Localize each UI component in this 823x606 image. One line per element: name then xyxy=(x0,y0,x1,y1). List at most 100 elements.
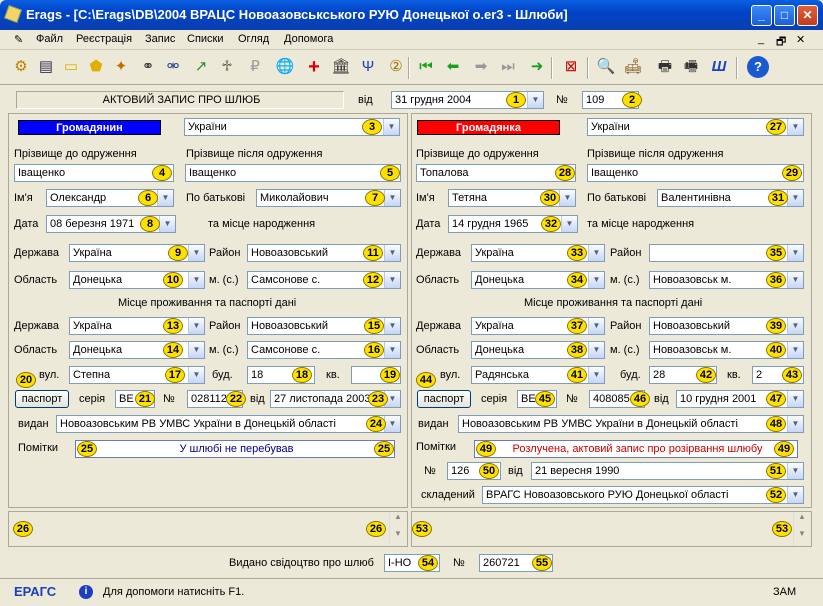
print-preview-icon[interactable]: 🖷 xyxy=(680,56,702,78)
chevron-down-icon[interactable]: ▼ xyxy=(588,367,604,383)
wife-notes-field[interactable]: Розлучена, актовий запис про розірвання … xyxy=(474,440,798,458)
chevron-down-icon[interactable]: ▼ xyxy=(384,190,400,206)
menu-lists[interactable]: Списки xyxy=(187,33,224,45)
mdi-restore-button[interactable]: 🗗 xyxy=(776,33,786,52)
chevron-down-icon[interactable]: ▼ xyxy=(159,216,175,232)
chevron-down-icon[interactable]: ▼ xyxy=(383,119,399,135)
chevron-down-icon[interactable]: ▼ xyxy=(559,190,575,206)
menu-file[interactable]: Файл xyxy=(36,33,63,45)
divorce-icon[interactable]: ⚮ xyxy=(162,56,184,78)
chevron-down-icon[interactable]: ▼ xyxy=(787,463,803,479)
folder-icon[interactable]: ▭ xyxy=(60,56,82,78)
wife-composed-by-combo[interactable]: ВРАГС Новоазовського РУЮ Донецької облас… xyxy=(482,486,804,504)
chevron-down-icon[interactable]: ▼ xyxy=(588,318,604,334)
wife-memo[interactable] xyxy=(411,511,812,547)
chevron-down-icon[interactable]: ▼ xyxy=(384,342,400,358)
tree-icon[interactable]: ⚙ xyxy=(10,56,32,78)
search-icon[interactable]: 🔍 xyxy=(595,56,617,78)
chevron-down-icon[interactable]: ▼ xyxy=(787,119,803,135)
chevron-down-icon[interactable]: ▼ xyxy=(787,391,803,407)
toolbar-separator xyxy=(736,57,738,79)
marriage-icon[interactable]: ⚭ xyxy=(137,56,159,78)
chevron-down-icon[interactable]: ▼ xyxy=(787,416,803,432)
husband-memo[interactable] xyxy=(8,511,408,547)
menu-registration[interactable]: Реєстрація xyxy=(76,33,132,45)
badge: 35 xyxy=(766,245,786,261)
toolbar: ⚙ ▤ ▭ ⬟ ✦ ⚭ ⚮ ↗ ♱ ₽ 🌐 + 🏛 Ψ ② ⏮ ⬅ ➡ ⏭ ➜ … xyxy=(0,51,823,85)
document-icon[interactable]: ▤ xyxy=(35,56,57,78)
chevron-down-icon[interactable]: ▼ xyxy=(188,367,204,383)
husband-notes-field[interactable]: У шлюбі не перебував xyxy=(75,440,395,458)
institution-icon[interactable]: 🏛 xyxy=(330,56,352,78)
husband-res-state-combo[interactable]: Україна ▼ xyxy=(69,317,205,335)
wife-surname-after-field[interactable]: Іващенко xyxy=(587,164,804,182)
bookmark-icon[interactable]: ⬟ xyxy=(85,56,107,78)
husband-res-city-value: Самсонове с. xyxy=(251,344,321,356)
maximize-button[interactable]: □ xyxy=(774,5,795,26)
sofa-icon[interactable]: 🛋 xyxy=(622,56,644,78)
badge: 46 xyxy=(630,391,650,407)
husband-surname-before-field[interactable]: Іващенко xyxy=(14,164,174,182)
husband-issued-by-combo[interactable]: Новоазовським РВ УМВС України в Донецькі… xyxy=(56,415,401,433)
badge: 18 xyxy=(292,367,312,383)
chevron-down-icon[interactable]: ▼ xyxy=(588,342,604,358)
chevron-down-icon[interactable]: ▼ xyxy=(787,342,803,358)
husband-surname-after-field[interactable]: Іващенко xyxy=(185,164,401,182)
badge: 47 xyxy=(766,391,786,407)
chevron-down-icon[interactable]: ▼ xyxy=(787,487,803,503)
paternity-icon[interactable]: ♱ xyxy=(216,56,238,78)
menu-help[interactable]: Допомога xyxy=(284,33,333,45)
chevron-down-icon[interactable]: ▼ xyxy=(787,245,803,261)
chevron-down-icon[interactable]: ▼ xyxy=(588,272,604,288)
menu-view[interactable]: Огляд xyxy=(238,33,269,45)
chevron-down-icon[interactable]: ▼ xyxy=(588,245,604,261)
chevron-down-icon[interactable]: ▼ xyxy=(384,272,400,288)
wife-issued-by-combo[interactable]: Новоазовським РВ УМВС України в Донецькі… xyxy=(458,415,804,433)
chevron-down-icon[interactable]: ▼ xyxy=(527,92,543,108)
wife-divorce-date-combo[interactable]: 21 вересня 1990 ▼ xyxy=(531,462,804,480)
chevron-down-icon[interactable]: ▼ xyxy=(188,272,204,288)
chevron-down-icon[interactable]: ▼ xyxy=(188,342,204,358)
mdi-icon[interactable]: ✎ xyxy=(14,33,23,46)
scrollbar[interactable]: ▲ ▼ xyxy=(793,512,810,546)
coin-icon[interactable]: ② xyxy=(385,56,407,78)
husband-birth-region-combo[interactable]: Донецька ▼ xyxy=(69,271,205,289)
prev-record-icon[interactable]: ⬅ xyxy=(442,56,464,78)
passport-date-label: від xyxy=(250,393,265,405)
chevron-down-icon[interactable]: ▼ xyxy=(787,272,803,288)
minimize-button[interactable]: _ xyxy=(751,5,772,26)
husband-res-region-combo[interactable]: Донецька ▼ xyxy=(69,341,205,359)
ui-icon[interactable]: Ш xyxy=(708,56,730,78)
chevron-down-icon[interactable]: ▼ xyxy=(561,216,577,232)
trident-icon[interactable]: Ψ xyxy=(357,56,379,78)
delete-record-icon[interactable]: ⊠ xyxy=(560,56,582,78)
chevron-down-icon[interactable]: ▼ xyxy=(787,190,803,206)
death-icon[interactable]: + xyxy=(303,56,325,78)
print-icon[interactable]: 🖶 xyxy=(654,56,676,78)
window-title: Erags - [C:\Erags\DB\2004 ВРАЦС Новоазов… xyxy=(26,7,568,22)
wife-surname-before-field[interactable]: Топалова xyxy=(416,164,576,182)
badge: 7 xyxy=(365,190,385,206)
mdi-close-button[interactable]: ✕ xyxy=(796,33,805,46)
close-button[interactable]: ✕ xyxy=(797,5,818,26)
chevron-down-icon[interactable]: ▼ xyxy=(188,318,204,334)
first-record-icon[interactable]: ⏮ xyxy=(415,56,437,78)
wife-passport-button[interactable]: паспорт xyxy=(417,390,471,408)
mdi-minimize-button[interactable]: _ xyxy=(758,33,764,45)
menu-record[interactable]: Запис xyxy=(145,33,175,45)
scrollbar[interactable]: ▲ ▼ xyxy=(389,512,406,546)
husband-passport-button[interactable]: паспорт xyxy=(15,390,69,408)
globe-icon[interactable]: 🌐 xyxy=(274,56,296,78)
badge: 30 xyxy=(540,190,560,206)
help-icon[interactable]: ? xyxy=(747,56,769,78)
birth-icon[interactable]: ✦ xyxy=(110,56,132,78)
name-change-icon[interactable]: ↗ xyxy=(190,56,212,78)
chevron-down-icon[interactable]: ▼ xyxy=(787,318,803,334)
chevron-down-icon[interactable]: ▼ xyxy=(188,245,204,261)
new-record-icon[interactable]: ➜ xyxy=(526,56,548,78)
wife-res-city-value: Новоазовськ м. xyxy=(653,344,732,356)
chevron-down-icon[interactable]: ▼ xyxy=(157,190,173,206)
chevron-down-icon[interactable]: ▼ xyxy=(384,245,400,261)
chevron-down-icon[interactable]: ▼ xyxy=(384,318,400,334)
chevron-down-icon[interactable]: ▼ xyxy=(384,416,400,432)
